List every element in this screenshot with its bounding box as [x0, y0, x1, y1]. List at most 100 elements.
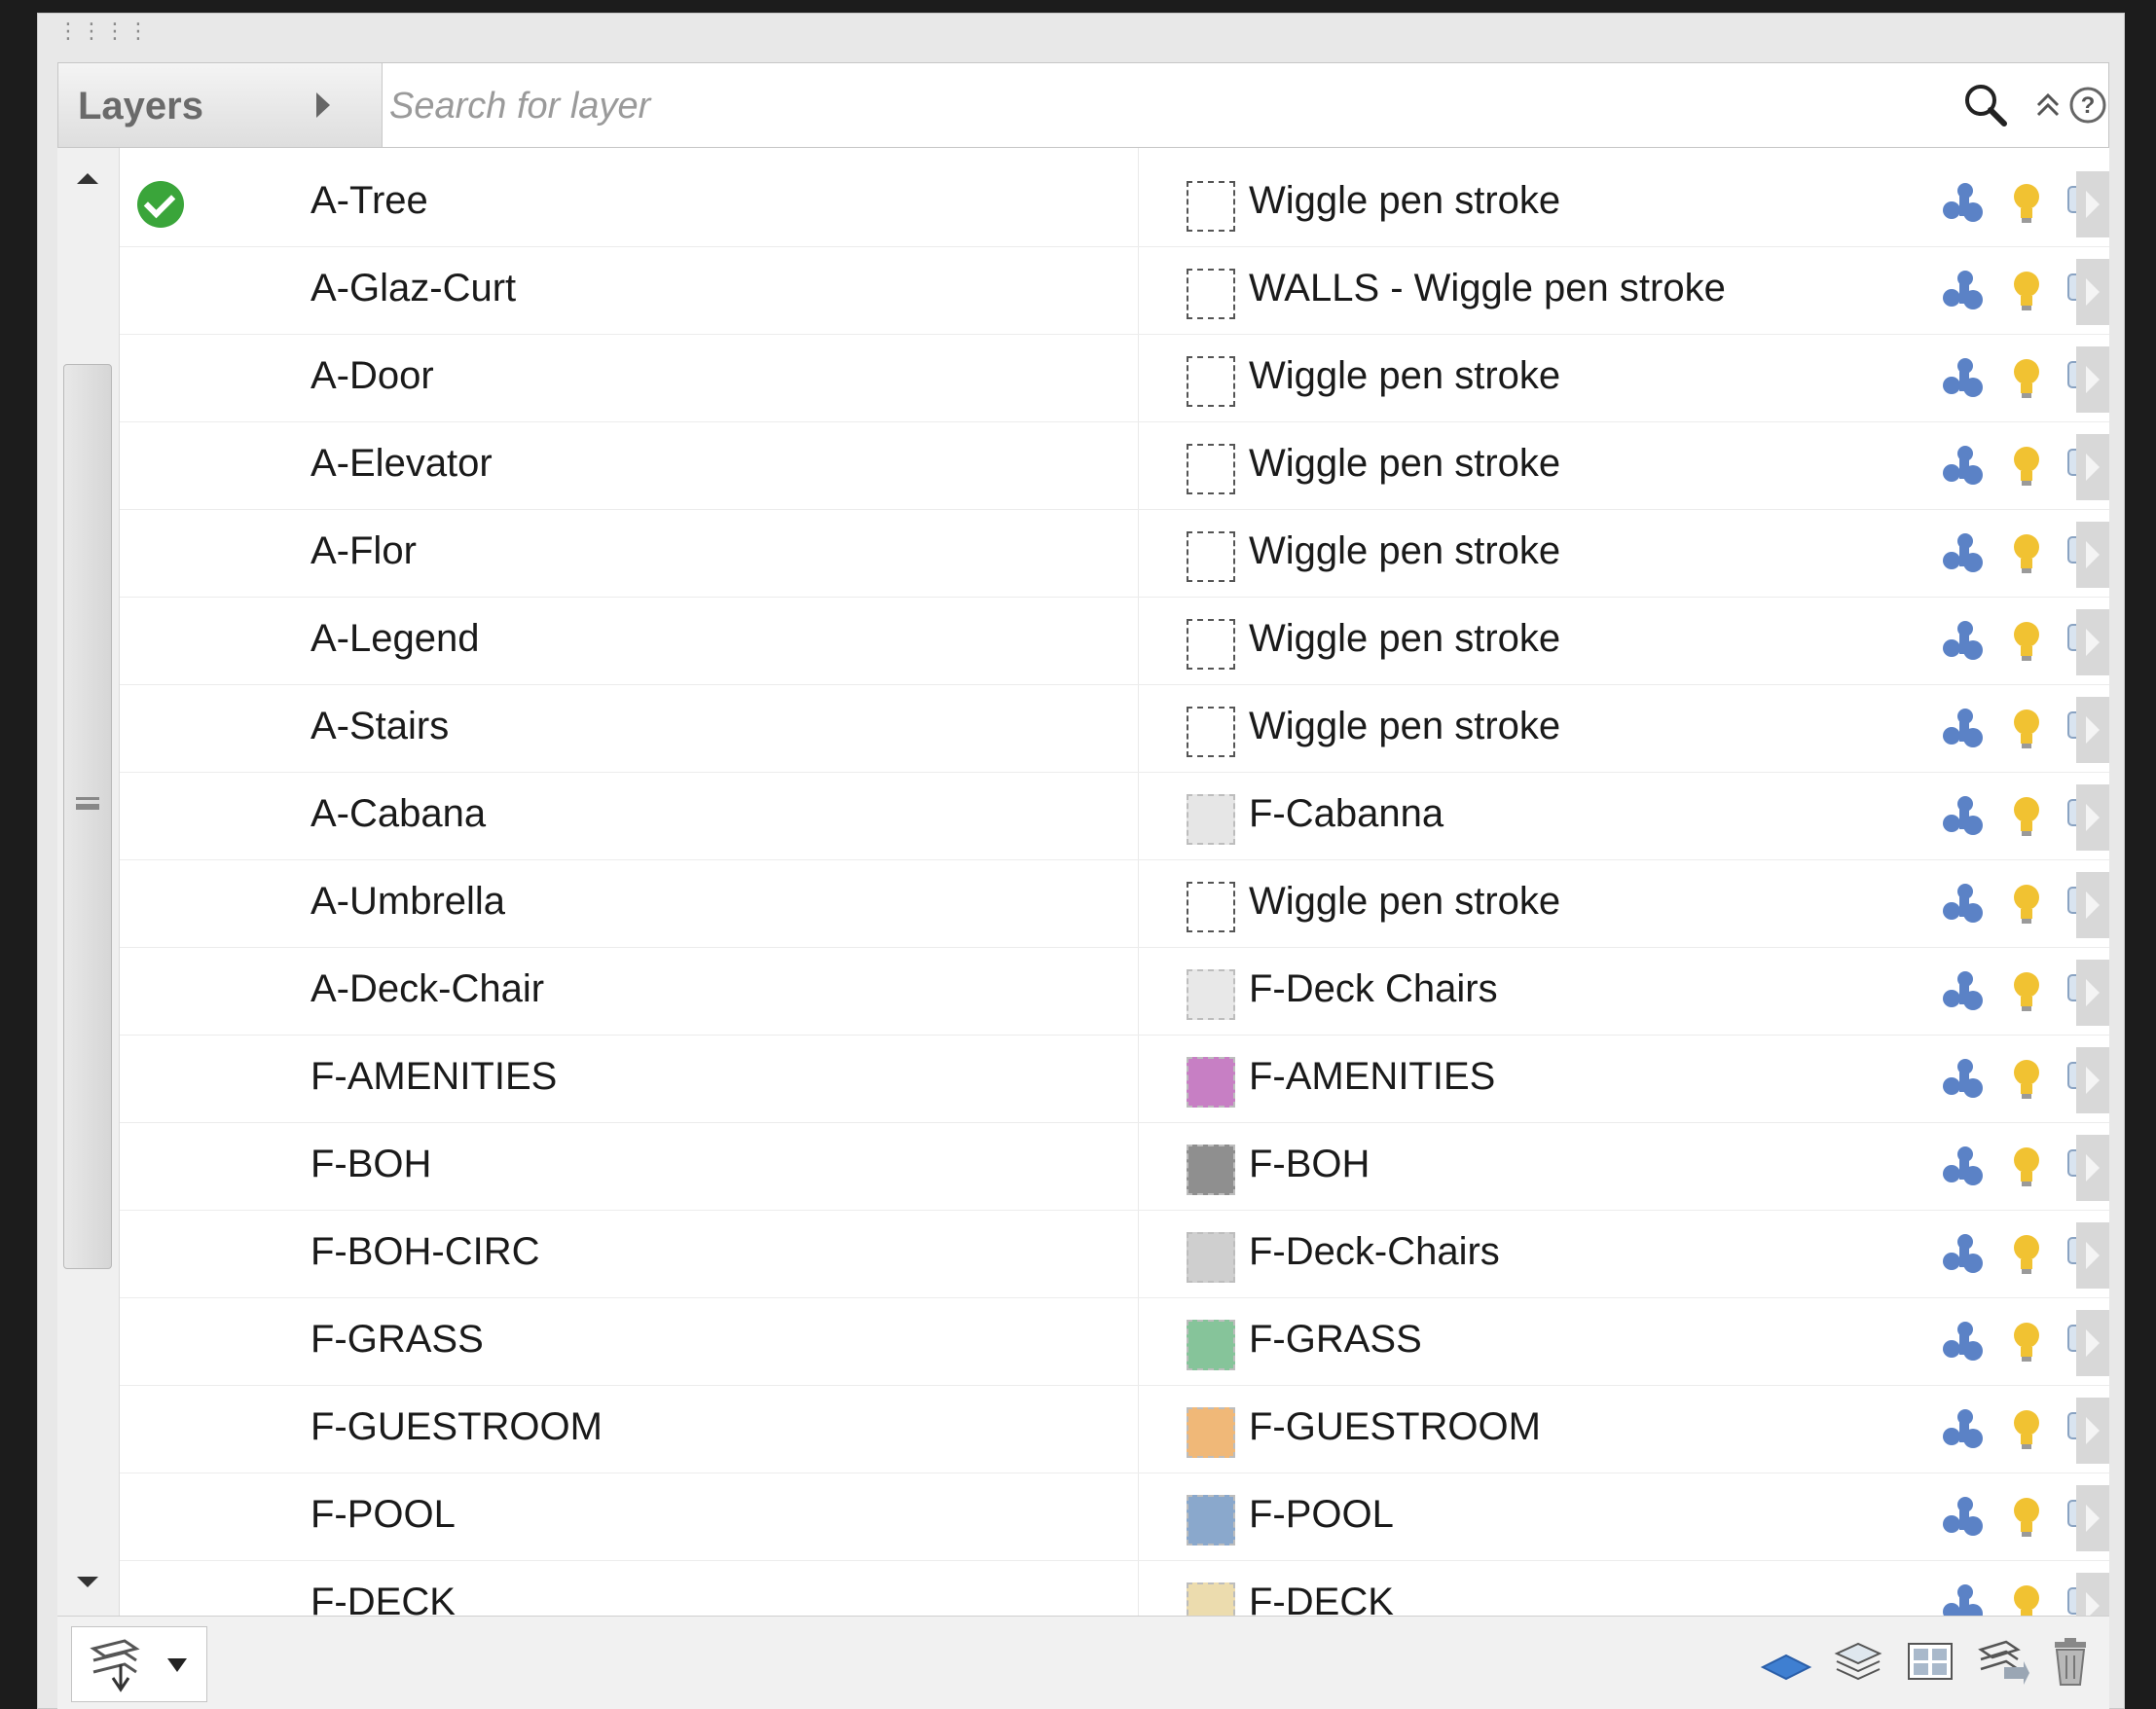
- visibility-toggle-icon[interactable]: [1938, 179, 1987, 228]
- row-expand-button[interactable]: [2076, 784, 2109, 851]
- help-icon[interactable]: ?: [2067, 73, 2108, 137]
- row-expand-button[interactable]: [2076, 872, 2109, 938]
- scroll-down-arrow-icon[interactable]: [77, 1577, 98, 1587]
- layer-row[interactable]: F-BOH F-BOH: [120, 1123, 2109, 1211]
- panel-drag-handle[interactable]: ⋮⋮⋮⋮: [57, 21, 149, 56]
- merge-layers-icon[interactable]: [1975, 1634, 2029, 1689]
- style-name[interactable]: Wiggle pen stroke: [1249, 354, 1560, 398]
- layer-row[interactable]: F-GRASS F-GRASS: [120, 1298, 2109, 1386]
- style-swatch[interactable]: [1187, 269, 1235, 319]
- visibility-toggle-icon[interactable]: [1938, 705, 1987, 753]
- row-expand-button[interactable]: [2076, 609, 2109, 675]
- lightbulb-icon[interactable]: [2002, 792, 2051, 841]
- style-swatch[interactable]: [1187, 707, 1235, 757]
- style-name[interactable]: WALLS - Wiggle pen stroke: [1249, 267, 1726, 310]
- chevron-down-icon[interactable]: [167, 1658, 187, 1672]
- lightbulb-icon[interactable]: [2002, 442, 2051, 491]
- lightbulb-icon[interactable]: [2002, 1581, 2051, 1616]
- lightbulb-icon[interactable]: [2002, 1055, 2051, 1104]
- style-swatch[interactable]: [1187, 356, 1235, 407]
- row-expand-button[interactable]: [2076, 1135, 2109, 1201]
- visibility-toggle-icon[interactable]: [1938, 880, 1987, 928]
- lightbulb-icon[interactable]: [2002, 1318, 2051, 1366]
- lightbulb-icon[interactable]: [2002, 1493, 2051, 1542]
- lightbulb-icon[interactable]: [2002, 267, 2051, 315]
- style-swatch[interactable]: [1187, 794, 1235, 845]
- style-name[interactable]: F-DECK: [1249, 1581, 1394, 1616]
- style-name[interactable]: Wiggle pen stroke: [1249, 442, 1560, 486]
- layer-name[interactable]: A-Umbrella: [311, 880, 505, 924]
- style-name[interactable]: F-AMENITIES: [1249, 1055, 1495, 1099]
- lightbulb-icon[interactable]: [2002, 880, 2051, 928]
- visibility-toggle-icon[interactable]: [1938, 1230, 1987, 1279]
- layer-name[interactable]: F-DECK: [311, 1581, 456, 1616]
- row-expand-button[interactable]: [2076, 522, 2109, 588]
- style-swatch[interactable]: [1187, 969, 1235, 1020]
- row-expand-button[interactable]: [2076, 697, 2109, 763]
- layer-name[interactable]: A-Elevator: [311, 442, 493, 486]
- style-name[interactable]: Wiggle pen stroke: [1249, 705, 1560, 748]
- style-swatch[interactable]: [1187, 1495, 1235, 1545]
- new-layer-icon[interactable]: [1759, 1634, 1813, 1689]
- style-swatch[interactable]: [1187, 1057, 1235, 1108]
- layer-name[interactable]: A-Flor: [311, 529, 417, 573]
- visibility-toggle-icon[interactable]: [1938, 792, 1987, 841]
- layer-row[interactable]: F-POOL F-POOL: [120, 1473, 2109, 1561]
- layer-row[interactable]: A-Umbrella Wiggle pen stroke: [120, 860, 2109, 948]
- layout-grid-icon[interactable]: [1903, 1634, 1957, 1689]
- style-swatch[interactable]: [1187, 619, 1235, 670]
- style-name[interactable]: F-Deck-Chairs: [1249, 1230, 1500, 1274]
- lightbulb-icon[interactable]: [2002, 1230, 2051, 1279]
- style-swatch[interactable]: [1187, 181, 1235, 232]
- style-name[interactable]: Wiggle pen stroke: [1249, 179, 1560, 223]
- visibility-toggle-icon[interactable]: [1938, 1405, 1987, 1454]
- layer-row[interactable]: A-Cabana F-Cabanna: [120, 773, 2109, 860]
- layer-row[interactable]: A-Glaz-Curt WALLS - Wiggle pen stroke: [120, 247, 2109, 335]
- layer-filter-button[interactable]: [71, 1626, 207, 1702]
- style-name[interactable]: Wiggle pen stroke: [1249, 617, 1560, 661]
- layer-name[interactable]: F-BOH-CIRC: [311, 1230, 540, 1274]
- visibility-toggle-icon[interactable]: [1938, 1055, 1987, 1104]
- layer-row[interactable]: A-Deck-Chair F-Deck Chairs: [120, 948, 2109, 1036]
- collapse-up-icon[interactable]: [2028, 73, 2067, 137]
- scroll-up-arrow-icon[interactable]: [77, 173, 98, 184]
- layer-name[interactable]: A-Legend: [311, 617, 479, 661]
- layer-name[interactable]: F-AMENITIES: [311, 1055, 557, 1099]
- layer-row[interactable]: A-Door Wiggle pen stroke: [120, 335, 2109, 422]
- layer-stack-icon[interactable]: [1831, 1634, 1885, 1689]
- visibility-toggle-icon[interactable]: [1938, 1143, 1987, 1191]
- visibility-toggle-icon[interactable]: [1938, 1581, 1987, 1616]
- layer-name[interactable]: F-GUESTROOM: [311, 1405, 603, 1449]
- lightbulb-icon[interactable]: [2002, 617, 2051, 666]
- style-swatch[interactable]: [1187, 1232, 1235, 1283]
- lightbulb-icon[interactable]: [2002, 967, 2051, 1016]
- style-name[interactable]: F-GRASS: [1249, 1318, 1422, 1362]
- row-expand-button[interactable]: [2076, 1310, 2109, 1376]
- scrollbar-thumb[interactable]: [63, 364, 112, 1269]
- layer-name[interactable]: A-Tree: [311, 179, 428, 223]
- style-name[interactable]: F-Cabanna: [1249, 792, 1443, 836]
- row-expand-button[interactable]: [2076, 1222, 2109, 1289]
- layer-name[interactable]: A-Door: [311, 354, 434, 398]
- lightbulb-icon[interactable]: [2002, 705, 2051, 753]
- style-name[interactable]: F-BOH: [1249, 1143, 1370, 1186]
- visibility-toggle-icon[interactable]: [1938, 1493, 1987, 1542]
- layer-row[interactable]: F-AMENITIES F-AMENITIES: [120, 1036, 2109, 1123]
- vertical-scrollbar[interactable]: [57, 148, 120, 1616]
- layer-row[interactable]: A-Stairs Wiggle pen stroke: [120, 685, 2109, 773]
- row-expand-button[interactable]: [2076, 346, 2109, 413]
- style-name[interactable]: F-Deck Chairs: [1249, 967, 1498, 1011]
- layer-row[interactable]: A-Tree Wiggle pen stroke: [120, 160, 2109, 247]
- layer-name[interactable]: F-POOL: [311, 1493, 456, 1537]
- row-expand-button[interactable]: [2076, 960, 2109, 1026]
- row-expand-button[interactable]: [2076, 1573, 2109, 1616]
- lightbulb-icon[interactable]: [2002, 354, 2051, 403]
- style-name[interactable]: F-GUESTROOM: [1249, 1405, 1541, 1449]
- visibility-toggle-icon[interactable]: [1938, 442, 1987, 491]
- tab-expand-arrow-icon[interactable]: [316, 92, 330, 118]
- delete-layer-icon[interactable]: [2043, 1634, 2098, 1689]
- style-name[interactable]: F-POOL: [1249, 1493, 1394, 1537]
- layer-row[interactable]: F-GUESTROOM F-GUESTROOM: [120, 1386, 2109, 1473]
- layer-row[interactable]: F-DECK F-DECK: [120, 1561, 2109, 1616]
- layers-tab[interactable]: Layers: [58, 63, 383, 147]
